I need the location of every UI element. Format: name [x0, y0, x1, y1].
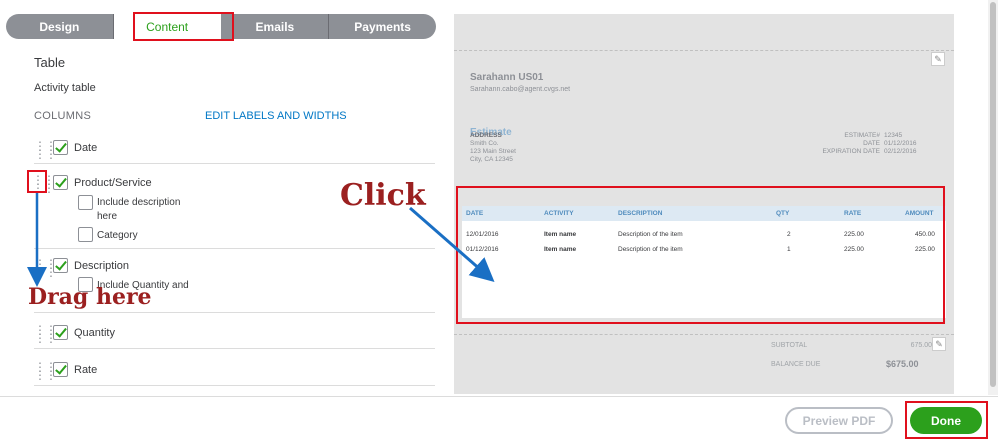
tab-emails[interactable]: Emails [222, 14, 330, 39]
preview-company-name: Sarahann US01 [470, 72, 544, 83]
tab-bar: Design Content Emails Payments [6, 14, 436, 39]
pencil-icon[interactable]: ✎ [931, 52, 945, 66]
preview-meta-value: 01/12/2016 [884, 140, 917, 147]
scrollbar[interactable] [988, 0, 998, 395]
category-label: Category [97, 230, 138, 241]
preview-address-label: ADDRESS [470, 132, 502, 139]
column-label-date: Date [74, 142, 98, 154]
subtotal-value: 675.00 [910, 342, 932, 349]
preview-company-email: Sarahann.cabo@agent.cvgs.net [470, 86, 571, 93]
include-description-label: Include description here [97, 197, 181, 222]
tab-content[interactable]: Content [113, 14, 222, 39]
table-header-amount: AMOUNT [905, 210, 934, 217]
preview-meta-label: EXPIRATION DATE [822, 148, 880, 155]
divider [34, 348, 435, 349]
preview-activity-table[interactable]: DATE ACTIVITY DESCRIPTION QTY RATE AMOUN… [462, 206, 946, 318]
balance-due-value: $675.00 [886, 359, 919, 369]
divider [34, 312, 435, 313]
preview-pdf-button[interactable]: Preview PDF [785, 407, 893, 434]
table-cell: 2 [787, 231, 791, 238]
table-header-qty: QTY [776, 210, 790, 217]
checkbox-include-description[interactable] [78, 195, 93, 210]
section-title: Table [34, 55, 66, 70]
preview-table-header [462, 206, 946, 221]
tab-design[interactable]: Design [6, 14, 114, 39]
table-cell: Item name [544, 246, 577, 253]
checkbox-quantity[interactable] [53, 325, 68, 340]
table-cell: 01/12/2016 [466, 246, 499, 253]
table-header-description: DESCRIPTION [618, 210, 663, 217]
edit-labels-link[interactable]: EDIT LABELS AND WIDTHS [205, 110, 347, 122]
divider [34, 163, 435, 164]
table-header-activity: ACTIVITY [544, 210, 574, 217]
preview-address-line: Smith Co. [470, 140, 499, 147]
preview-meta-label: ESTIMATE# [844, 132, 880, 139]
table-cell: Description of the item [618, 246, 683, 253]
table-cell: 1 [787, 246, 791, 253]
checkbox-rate[interactable] [53, 362, 68, 377]
table-cell: Item name [544, 231, 577, 238]
preview-address: ADDRESS Smith Co. 123 Main Street City, … [470, 132, 516, 164]
table-header-rate: RATE [844, 210, 862, 217]
balance-due-label: BALANCE DUE [771, 361, 821, 368]
preview-address-line: City, CA 12345 [470, 156, 513, 163]
checkbox-description[interactable] [53, 258, 68, 273]
table-cell: 12/01/2016 [466, 231, 499, 238]
section-subtitle: Activity table [34, 82, 96, 94]
pencil-icon[interactable]: ✎ [932, 337, 946, 351]
tab-payments[interactable]: Payments [329, 14, 436, 39]
table-header-date: DATE [466, 210, 484, 217]
column-label-rate: Rate [74, 364, 98, 376]
column-label-description: Description [74, 260, 130, 272]
preview-meta-labels: ESTIMATE# DATE EXPIRATION DATE [774, 132, 880, 156]
column-label-product-service: Product/Service [74, 177, 152, 189]
grip-icon[interactable]: ⋮⋮ ⋮⋮ [32, 174, 55, 194]
column-label-quantity: Quantity [74, 327, 115, 339]
divider [34, 385, 435, 386]
divider [34, 248, 435, 249]
table-cell: 225.00 [915, 246, 935, 253]
invoice-preview: Sarahann US01 Sarahann.cabo@agent.cvgs.n… [454, 14, 954, 394]
table-cell: 225.00 [844, 231, 864, 238]
table-cell: 225.00 [844, 246, 864, 253]
click-annotation: Click [340, 178, 426, 213]
done-button[interactable]: Done [910, 407, 982, 434]
preview-meta-label: DATE [863, 140, 880, 147]
preview-meta-value: 12345 [884, 132, 903, 139]
preview-meta-value: 02/12/2016 [884, 148, 917, 155]
preview-address-line: 123 Main Street [470, 148, 516, 155]
checkbox-date[interactable] [53, 140, 68, 155]
scroll-thumb[interactable] [990, 2, 996, 387]
preview-meta-values: 12345 01/12/2016 02/12/2016 [884, 132, 917, 156]
table-cell: 450.00 [915, 231, 935, 238]
checkbox-category[interactable] [78, 227, 93, 242]
columns-heading: COLUMNS [34, 110, 92, 122]
drag-annotation: Drag here [28, 284, 152, 310]
subtotal-label: SUBTOTAL [771, 342, 808, 349]
checkbox-product-service[interactable] [53, 175, 68, 190]
table-cell: Description of the item [618, 231, 683, 238]
